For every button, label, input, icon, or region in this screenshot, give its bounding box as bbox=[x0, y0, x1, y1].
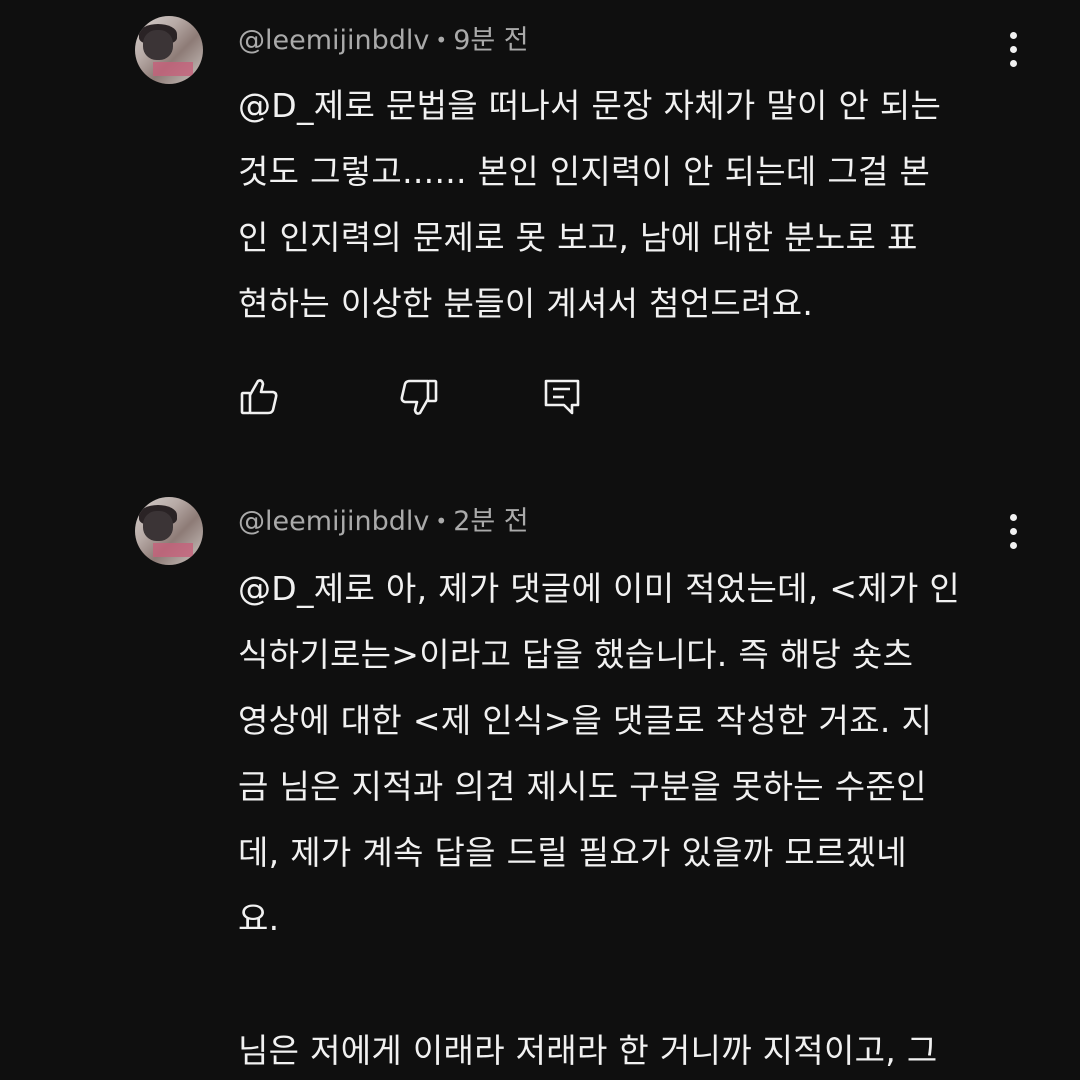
separator-dot: • bbox=[435, 509, 448, 533]
comment-text: @D_제로 문법을 떠나서 문장 자체가 말이 안 되는 것도 그렇고.....… bbox=[238, 86, 942, 323]
username[interactable]: @leemijinbdlv bbox=[238, 506, 429, 537]
like-icon bbox=[240, 379, 278, 415]
username[interactable]: @leemijinbdlv bbox=[238, 25, 429, 56]
comment-meta: @leemijinbdlv • 9분 전 bbox=[238, 24, 529, 59]
comment-meta: @leemijinbdlv • 2분 전 bbox=[238, 505, 529, 540]
dislike-button[interactable] bbox=[396, 375, 440, 419]
timestamp: 2분 전 bbox=[453, 506, 529, 537]
dislike-icon bbox=[400, 379, 438, 415]
more-vert-icon[interactable] bbox=[1002, 512, 1026, 552]
reply-icon bbox=[544, 379, 580, 415]
avatar[interactable] bbox=[135, 497, 203, 565]
like-button[interactable] bbox=[238, 375, 282, 419]
reply-button[interactable] bbox=[540, 375, 584, 419]
separator-dot: • bbox=[435, 28, 448, 52]
avatar[interactable] bbox=[135, 16, 203, 84]
timestamp: 9분 전 bbox=[453, 25, 529, 56]
comment-text: @D_제로 아, 제가 댓글에 이미 적었는데, <제가 인 식하기로는>이라고… bbox=[238, 569, 961, 1070]
more-vert-icon[interactable] bbox=[1002, 30, 1026, 70]
